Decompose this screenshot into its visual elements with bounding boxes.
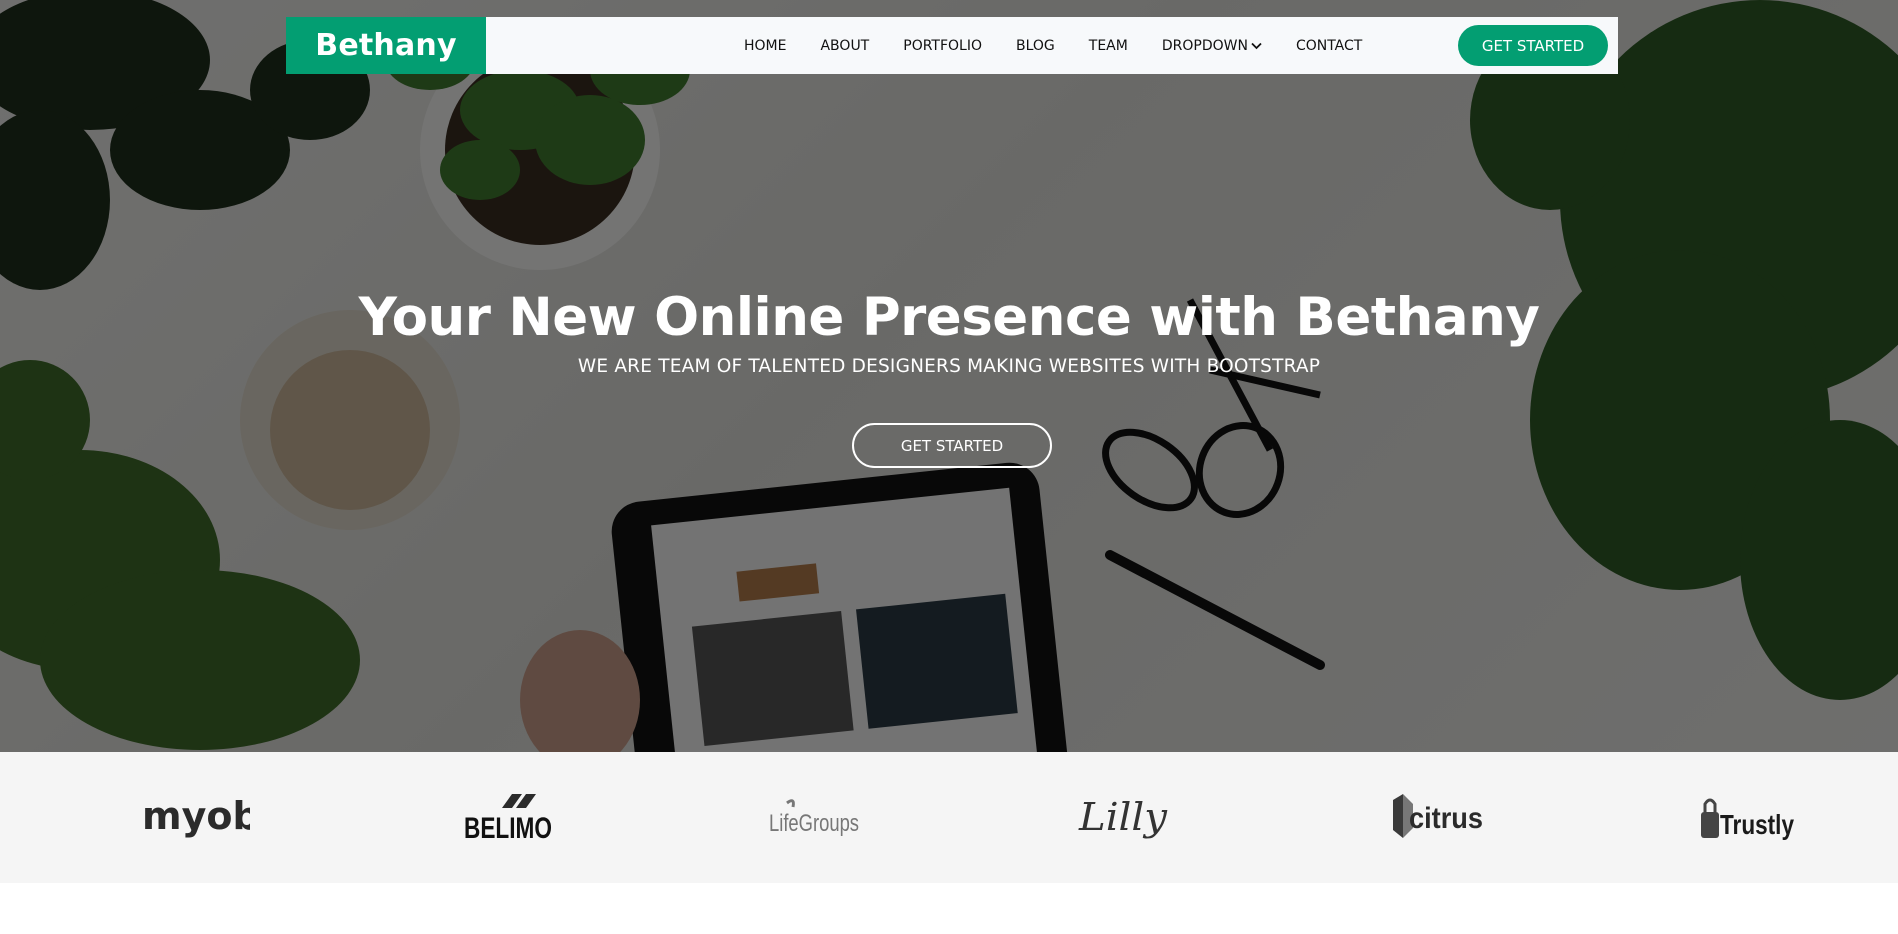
- nav-item-contact[interactable]: CONTACT: [1296, 38, 1362, 54]
- nav-item-home[interactable]: HOME: [744, 38, 786, 54]
- nav-item-label: TEAM: [1088, 37, 1128, 54]
- nav-item-blog[interactable]: BLOG: [1016, 38, 1055, 54]
- hero-section: Your New Online Presence with Bethany WE…: [0, 0, 1898, 752]
- client-logo-lifegroups[interactable]: LifeGroups: [750, 752, 880, 883]
- nav-item-label: HOME: [744, 37, 787, 54]
- site-header: Bethany HOME ABOUT PORTFOLIO BLOG TEAM D…: [286, 17, 1618, 74]
- nav-item-label: ABOUT: [820, 37, 870, 54]
- page-bottom-area: [0, 883, 1898, 934]
- client-logo-text: LifeGroups: [769, 810, 859, 837]
- client-logo-trustly[interactable]: Trustly: [1683, 752, 1813, 883]
- nav-item-label: CONTACT: [1295, 37, 1363, 54]
- nav-item-label: DROPDOWN: [1161, 37, 1248, 54]
- chevron-down-icon: [1251, 42, 1262, 50]
- client-logo-text: citrus: [1409, 802, 1483, 835]
- client-logo-text: Trustly: [1720, 809, 1794, 840]
- hero-subtitle: WE ARE TEAM OF TALENTED DESIGNERS MAKING…: [577, 356, 1321, 377]
- header-get-started-button[interactable]: GET STARTED: [1458, 25, 1608, 66]
- client-logo-text: myob: [142, 794, 250, 838]
- nav-item-team[interactable]: TEAM: [1089, 38, 1128, 54]
- client-logo-lilly[interactable]: Lilly: [1060, 752, 1190, 883]
- hero-title: Your New Online Presence with Bethany: [358, 287, 1540, 348]
- clients-section: myob BELIMO LifeGroups Lilly citrus Trus…: [0, 752, 1898, 883]
- nav-item-dropdown[interactable]: DROPDOWN: [1162, 38, 1262, 54]
- client-logo-text: Lilly: [1078, 795, 1168, 839]
- hero-get-started-button[interactable]: GET STARTED: [852, 423, 1052, 468]
- nav-item-label: PORTFOLIO: [903, 37, 982, 54]
- nav-item-about[interactable]: ABOUT: [820, 38, 869, 54]
- client-logo-myob[interactable]: myob: [130, 752, 260, 883]
- brand-logo[interactable]: Bethany: [286, 17, 486, 74]
- client-logo-text: BELIMO: [464, 812, 552, 845]
- nav-item-portfolio[interactable]: PORTFOLIO: [903, 38, 982, 54]
- nav-item-label: BLOG: [1016, 37, 1055, 54]
- client-logo-citrus[interactable]: citrus: [1372, 752, 1502, 883]
- main-nav: HOME ABOUT PORTFOLIO BLOG TEAM DROPDOWN …: [744, 17, 1396, 74]
- hero-text-block: Your New Online Presence with Bethany WE…: [0, 282, 1898, 377]
- client-logo-belimo[interactable]: BELIMO: [440, 752, 570, 883]
